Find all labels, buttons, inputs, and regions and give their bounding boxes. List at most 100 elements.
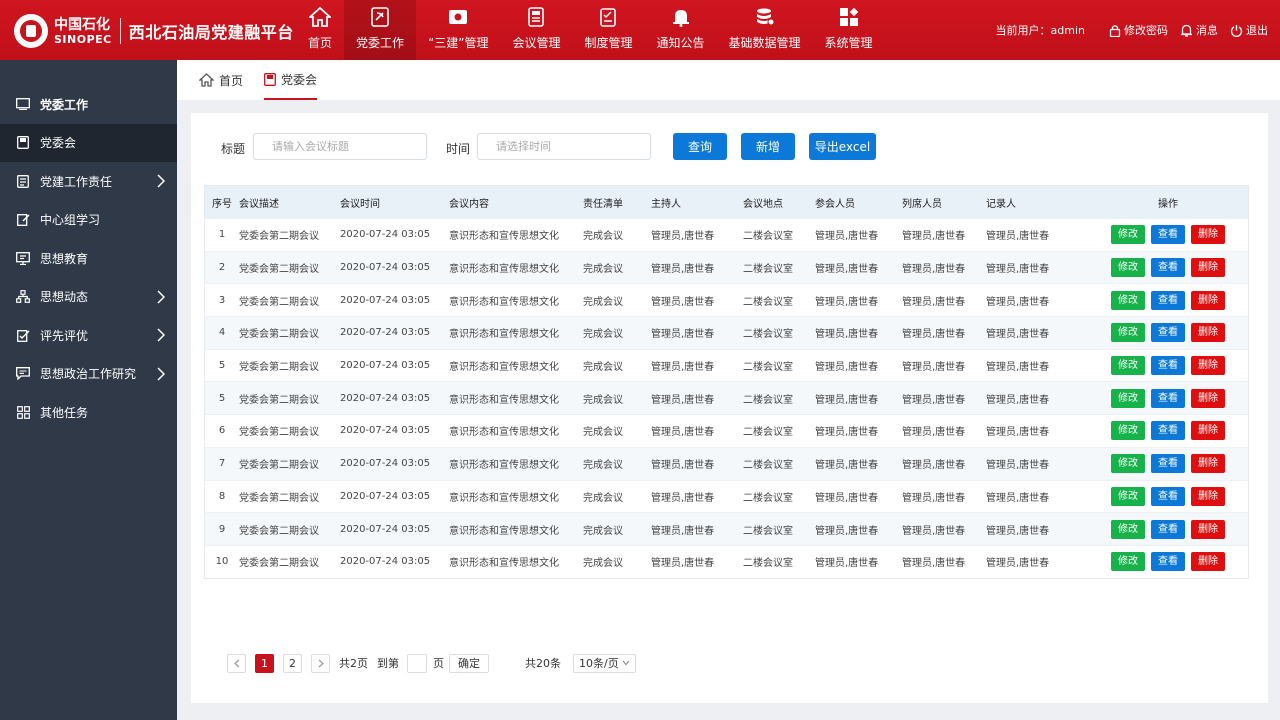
sidebar-item-party-committee[interactable]: 党委会 [0, 123, 177, 162]
goto-confirm-button[interactable]: 确定 [449, 653, 489, 673]
edit-button[interactable]: 修改 [1111, 421, 1145, 441]
user-bar: 当前用户：admin 修改密码 消息 退出 [996, 0, 1268, 60]
cell-actions: 修改 查看 删除 [1086, 421, 1250, 441]
cell-host: 管理员,唐世春 [651, 558, 715, 570]
page-size-select[interactable]: 10条/页 [573, 653, 636, 673]
view-button[interactable]: 查看 [1151, 258, 1185, 278]
column-header-location: 会议地点 [743, 198, 783, 210]
save-icon [16, 136, 30, 150]
cell-description: 党委会第二期会议 [239, 460, 319, 472]
total-pages: 共2页 [339, 657, 368, 670]
sidebar-item-ideological-education[interactable]: 思想教育 [0, 239, 177, 278]
tab-party-committee[interactable]: 党委会 [264, 60, 318, 100]
cell-recorder: 管理员,唐世春 [986, 362, 1050, 374]
nav-three-builds[interactable]: “三建”管理 [416, 0, 500, 60]
sidebar-item-label: 党委会 [40, 136, 77, 151]
cell-time: 2020-07-24 03:05 [340, 490, 431, 502]
view-button[interactable]: 查看 [1151, 552, 1185, 572]
logo[interactable]: 中国石化 SINOPEC 西北石油局党建融平台 [14, 14, 294, 48]
export-excel-button[interactable]: 导出excel [809, 133, 876, 160]
cell-index: 5 [218, 392, 226, 404]
table-row: 3 党委会第二期会议 2020-07-24 03:05 意识形态和宣传思想文化 完成会议… [205, 283, 1248, 316]
meeting-table: 序号 会议描述 会议时间 会议内容 责任清单 主持人 会议地点 参会人员 列席人员 记录人 操作 1… [204, 185, 1249, 579]
title-search-input[interactable]: 请输入会议标题 [253, 133, 427, 160]
page-button-1[interactable]: 1 [255, 653, 274, 673]
cell-observers: 管理员,唐世春 [902, 296, 966, 308]
edit-button[interactable]: 修改 [1111, 519, 1145, 539]
nav-meeting[interactable]: 会议管理 [500, 0, 572, 60]
delete-button[interactable]: 删除 [1191, 290, 1225, 310]
column-header-actions: 操作 [1158, 198, 1178, 210]
chevron-right-icon [157, 328, 166, 345]
nav-system[interactable]: 系统管理 [813, 0, 885, 60]
delete-button[interactable]: 删除 [1191, 323, 1225, 343]
delete-button[interactable]: 删除 [1191, 421, 1225, 441]
next-page-button[interactable] [311, 653, 330, 673]
view-button[interactable]: 查看 [1151, 388, 1185, 408]
table-row: 4 党委会第二期会议 2020-07-24 03:05 意识形态和宣传思想文化 完成会议… [205, 316, 1248, 349]
delete-button[interactable]: 删除 [1191, 388, 1225, 408]
view-button[interactable]: 查看 [1151, 519, 1185, 539]
change-password-link[interactable]: 修改密码 [1109, 22, 1168, 38]
sidebar-item-party-building-duty[interactable]: 党建工作责任 [0, 162, 177, 201]
nav-label: 首页 [308, 36, 333, 50]
sidebar-item-other-tasks[interactable]: 其他任务 [0, 393, 177, 432]
edit-button[interactable]: 修改 [1111, 258, 1145, 278]
edit-button[interactable]: 修改 [1111, 323, 1145, 343]
delete-button[interactable]: 删除 [1191, 258, 1225, 278]
page-button-2[interactable]: 2 [283, 653, 302, 673]
cell-host: 管理员,唐世春 [651, 525, 715, 537]
goto-page-input[interactable] [407, 653, 427, 673]
table-row: 7 党委会第二期会议 2020-07-24 03:05 意识形态和宣传思想文化 完成会议… [205, 446, 1250, 480]
tab-home[interactable]: 首页 [199, 60, 243, 100]
cell-actions: 修改 查看 删除 [1086, 454, 1250, 474]
edit-button[interactable]: 修改 [1111, 225, 1145, 245]
sidebar-item-excellence-evaluation[interactable]: 评先评优 [0, 316, 177, 355]
sidebar-item-ideological-trends[interactable]: 思想动态 [0, 278, 177, 317]
column-header-recorder: 记录人 [986, 198, 1016, 210]
top-nav: 首页 党委工作 “三建”管理 会议管理 制度管理 通知公告 基础数据管理 系统管… [296, 0, 885, 60]
view-button[interactable]: 查看 [1151, 421, 1185, 441]
edit-button[interactable]: 修改 [1111, 454, 1145, 474]
logout-label: 退出 [1246, 24, 1268, 37]
add-button[interactable]: 新增 [741, 133, 795, 160]
sidebar-item-label: 党建工作责任 [40, 174, 113, 189]
view-button[interactable]: 查看 [1151, 356, 1185, 376]
prev-page-button[interactable] [227, 653, 246, 673]
delete-button[interactable]: 删除 [1191, 454, 1225, 474]
search-button[interactable]: 查询 [673, 133, 727, 160]
edit-button[interactable]: 修改 [1111, 552, 1145, 572]
sidebar-item-political-research[interactable]: 思想政治工作研究 [0, 355, 177, 394]
edit-button[interactable]: 修改 [1111, 356, 1145, 376]
time-picker-input[interactable]: 请选择时间 [477, 133, 651, 160]
edit-button[interactable]: 修改 [1111, 290, 1145, 310]
delete-button[interactable]: 删除 [1191, 519, 1225, 539]
delete-button[interactable]: 删除 [1191, 486, 1225, 506]
view-button[interactable]: 查看 [1151, 454, 1185, 474]
nav-notice[interactable]: 通知公告 [645, 0, 717, 60]
messages-link[interactable]: 消息 [1180, 22, 1218, 38]
nav-party-committee[interactable]: 党委工作 [344, 0, 417, 60]
nav-home[interactable]: 首页 [296, 0, 344, 60]
cell-attendees: 管理员,唐世春 [815, 525, 879, 537]
view-button[interactable]: 查看 [1151, 323, 1185, 343]
view-button[interactable]: 查看 [1151, 290, 1185, 310]
edit-button[interactable]: 修改 [1111, 486, 1145, 506]
nav-base-data[interactable]: 基础数据管理 [717, 0, 813, 60]
table-row: 9 党委会第二期会议 2020-07-24 03:05 意识形态和宣传思想文化 完成会议… [205, 512, 1248, 545]
cell-attendees: 管理员,唐世春 [815, 329, 879, 341]
cell-observers: 管理员,唐世春 [902, 460, 966, 472]
view-button[interactable]: 查看 [1151, 225, 1185, 245]
sidebar-item-central-group-study[interactable]: 中心组学习 [0, 201, 177, 240]
view-button[interactable]: 查看 [1151, 486, 1185, 506]
delete-button[interactable]: 删除 [1191, 356, 1225, 376]
cell-description: 党委会第二期会议 [239, 394, 319, 406]
edit-button[interactable]: 修改 [1111, 388, 1145, 408]
nav-regulation[interactable]: 制度管理 [572, 0, 644, 60]
sidebar-title[interactable]: 党委工作 [0, 85, 177, 124]
delete-button[interactable]: 删除 [1191, 552, 1225, 572]
delete-button[interactable]: 删除 [1191, 225, 1225, 245]
cell-duty-list: 完成会议 [583, 492, 623, 504]
org-chart-icon [16, 290, 30, 304]
logout-link[interactable]: 退出 [1230, 22, 1268, 38]
